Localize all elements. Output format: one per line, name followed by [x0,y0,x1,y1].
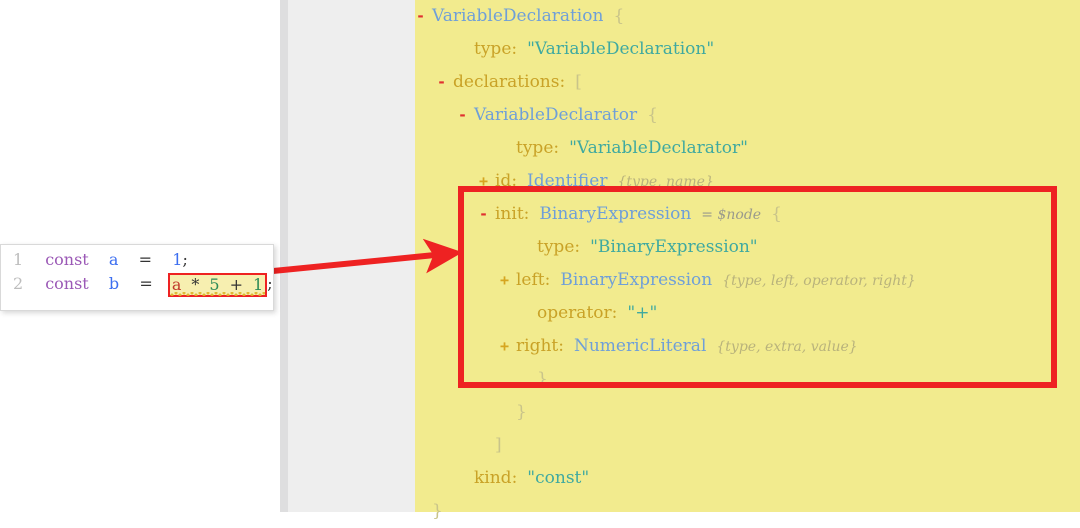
ast-string-value: "VariableDeclarator" [569,138,748,158]
ast-line[interactable]: - declarations: [ [437,66,582,99]
ast-line[interactable]: type: "VariableDeclaration" [458,33,714,66]
ast-field-summary: {type, extra, value} [716,339,858,355]
expand-toggle-icon[interactable]: + [500,330,516,363]
error-squiggle [169,291,266,296]
ast-line[interactable]: } [500,396,527,429]
identifier-a: a [108,250,119,269]
ast-node-type: NumericLiteral [573,336,707,356]
collapse-toggle-icon[interactable]: - [479,198,495,231]
ast-string-value: "BinaryExpression" [590,237,758,257]
screenshot-stage: - VariableDeclaration{type: "VariableDecla… [0,0,1080,521]
ast-line[interactable]: - VariableDeclaration { [416,0,624,33]
ast-property-key: declarations: [453,72,566,92]
keyword-const: const [45,250,89,269]
identifier-b: b [108,274,120,293]
ast-property-key: kind: [474,468,518,488]
ast-line[interactable]: } [521,363,548,396]
ast-field-summary: {type, left, operator, right} [722,273,916,289]
ast-bracket: [ [575,72,582,92]
expand-toggle-icon[interactable]: + [500,264,516,297]
ast-property-key: id: [495,171,518,191]
ast-line[interactable]: type: "VariableDeclarator" [500,132,748,165]
ast-bracket: { [613,6,625,26]
ast-node-type: BinaryExpression [560,270,713,290]
line-number: 2 [13,274,24,293]
expand-toggle-icon[interactable]: + [479,165,495,198]
ast-property-key: init: [495,204,530,224]
ast-node-type: VariableDeclaration [432,6,604,26]
collapse-toggle-icon[interactable]: - [416,0,432,33]
ast-node-annotation: = $node [701,207,762,223]
ast-bracket: } [432,501,443,521]
ast-property-key: type: [516,138,560,158]
ast-property-key: right: [516,336,564,356]
ast-line[interactable]: kind: "const" [458,462,589,495]
code-editor[interactable]: 1 const a = 1; 2 const b = a * 5 +1; [0,244,274,311]
ast-line[interactable]: ] [479,429,502,462]
ast-string-value: "VariableDeclaration" [527,39,715,59]
ast-line[interactable]: operator: "+" [521,297,657,330]
ast-line[interactable]: - init: BinaryExpression = $node { [479,198,782,231]
code-line-1: 1 const a = 1; [13,247,188,273]
assign-operator: = [139,274,153,293]
ast-line[interactable]: + left: BinaryExpression {type, left, opera… [500,264,916,297]
ast-property-key: type: [537,237,581,257]
semicolon: ; [182,250,188,269]
semicolon: ; [267,274,273,293]
keyword-const: const [45,274,89,293]
ast-string-value: "const" [527,468,590,488]
ast-bracket: } [537,369,548,389]
code-line-2: 2 const b = a * 5 +1; [13,271,273,297]
numeric-literal: 1 [172,250,183,269]
ast-node-type: VariableDeclarator [474,105,638,125]
ast-line[interactable]: - VariableDeclarator { [458,99,658,132]
ast-line[interactable]: type: "BinaryExpression" [521,231,758,264]
ast-string-value: "+" [627,303,658,323]
ast-bracket: } [516,402,527,422]
line-number: 1 [13,250,24,269]
ast-tree: - VariableDeclaration{type: "VariableDecla… [415,0,1080,521]
ast-line[interactable]: + right: NumericLiteral {type, extra, value… [500,330,858,363]
ast-bracket: ] [495,435,502,455]
ast-field-summary: {type, name} [617,174,714,190]
ast-node-type: BinaryExpression [539,204,692,224]
collapse-toggle-icon[interactable]: - [437,66,453,99]
ast-node-type: Identifier [527,171,608,191]
assign-operator: = [138,250,153,269]
ast-property-key: left: [516,270,551,290]
ast-bracket: { [771,204,782,224]
ast-line[interactable]: + id: Identifier {type, name} [479,165,714,198]
ast-bracket: { [647,105,658,125]
ast-property-key: type: [474,39,518,59]
ast-property-key: operator: [537,303,618,323]
highlighted-expression[interactable]: a * 5 +1 [167,272,268,297]
gutter-gray-panel [288,0,415,512]
panel-divider [280,0,288,512]
collapse-toggle-icon[interactable]: - [458,99,474,132]
